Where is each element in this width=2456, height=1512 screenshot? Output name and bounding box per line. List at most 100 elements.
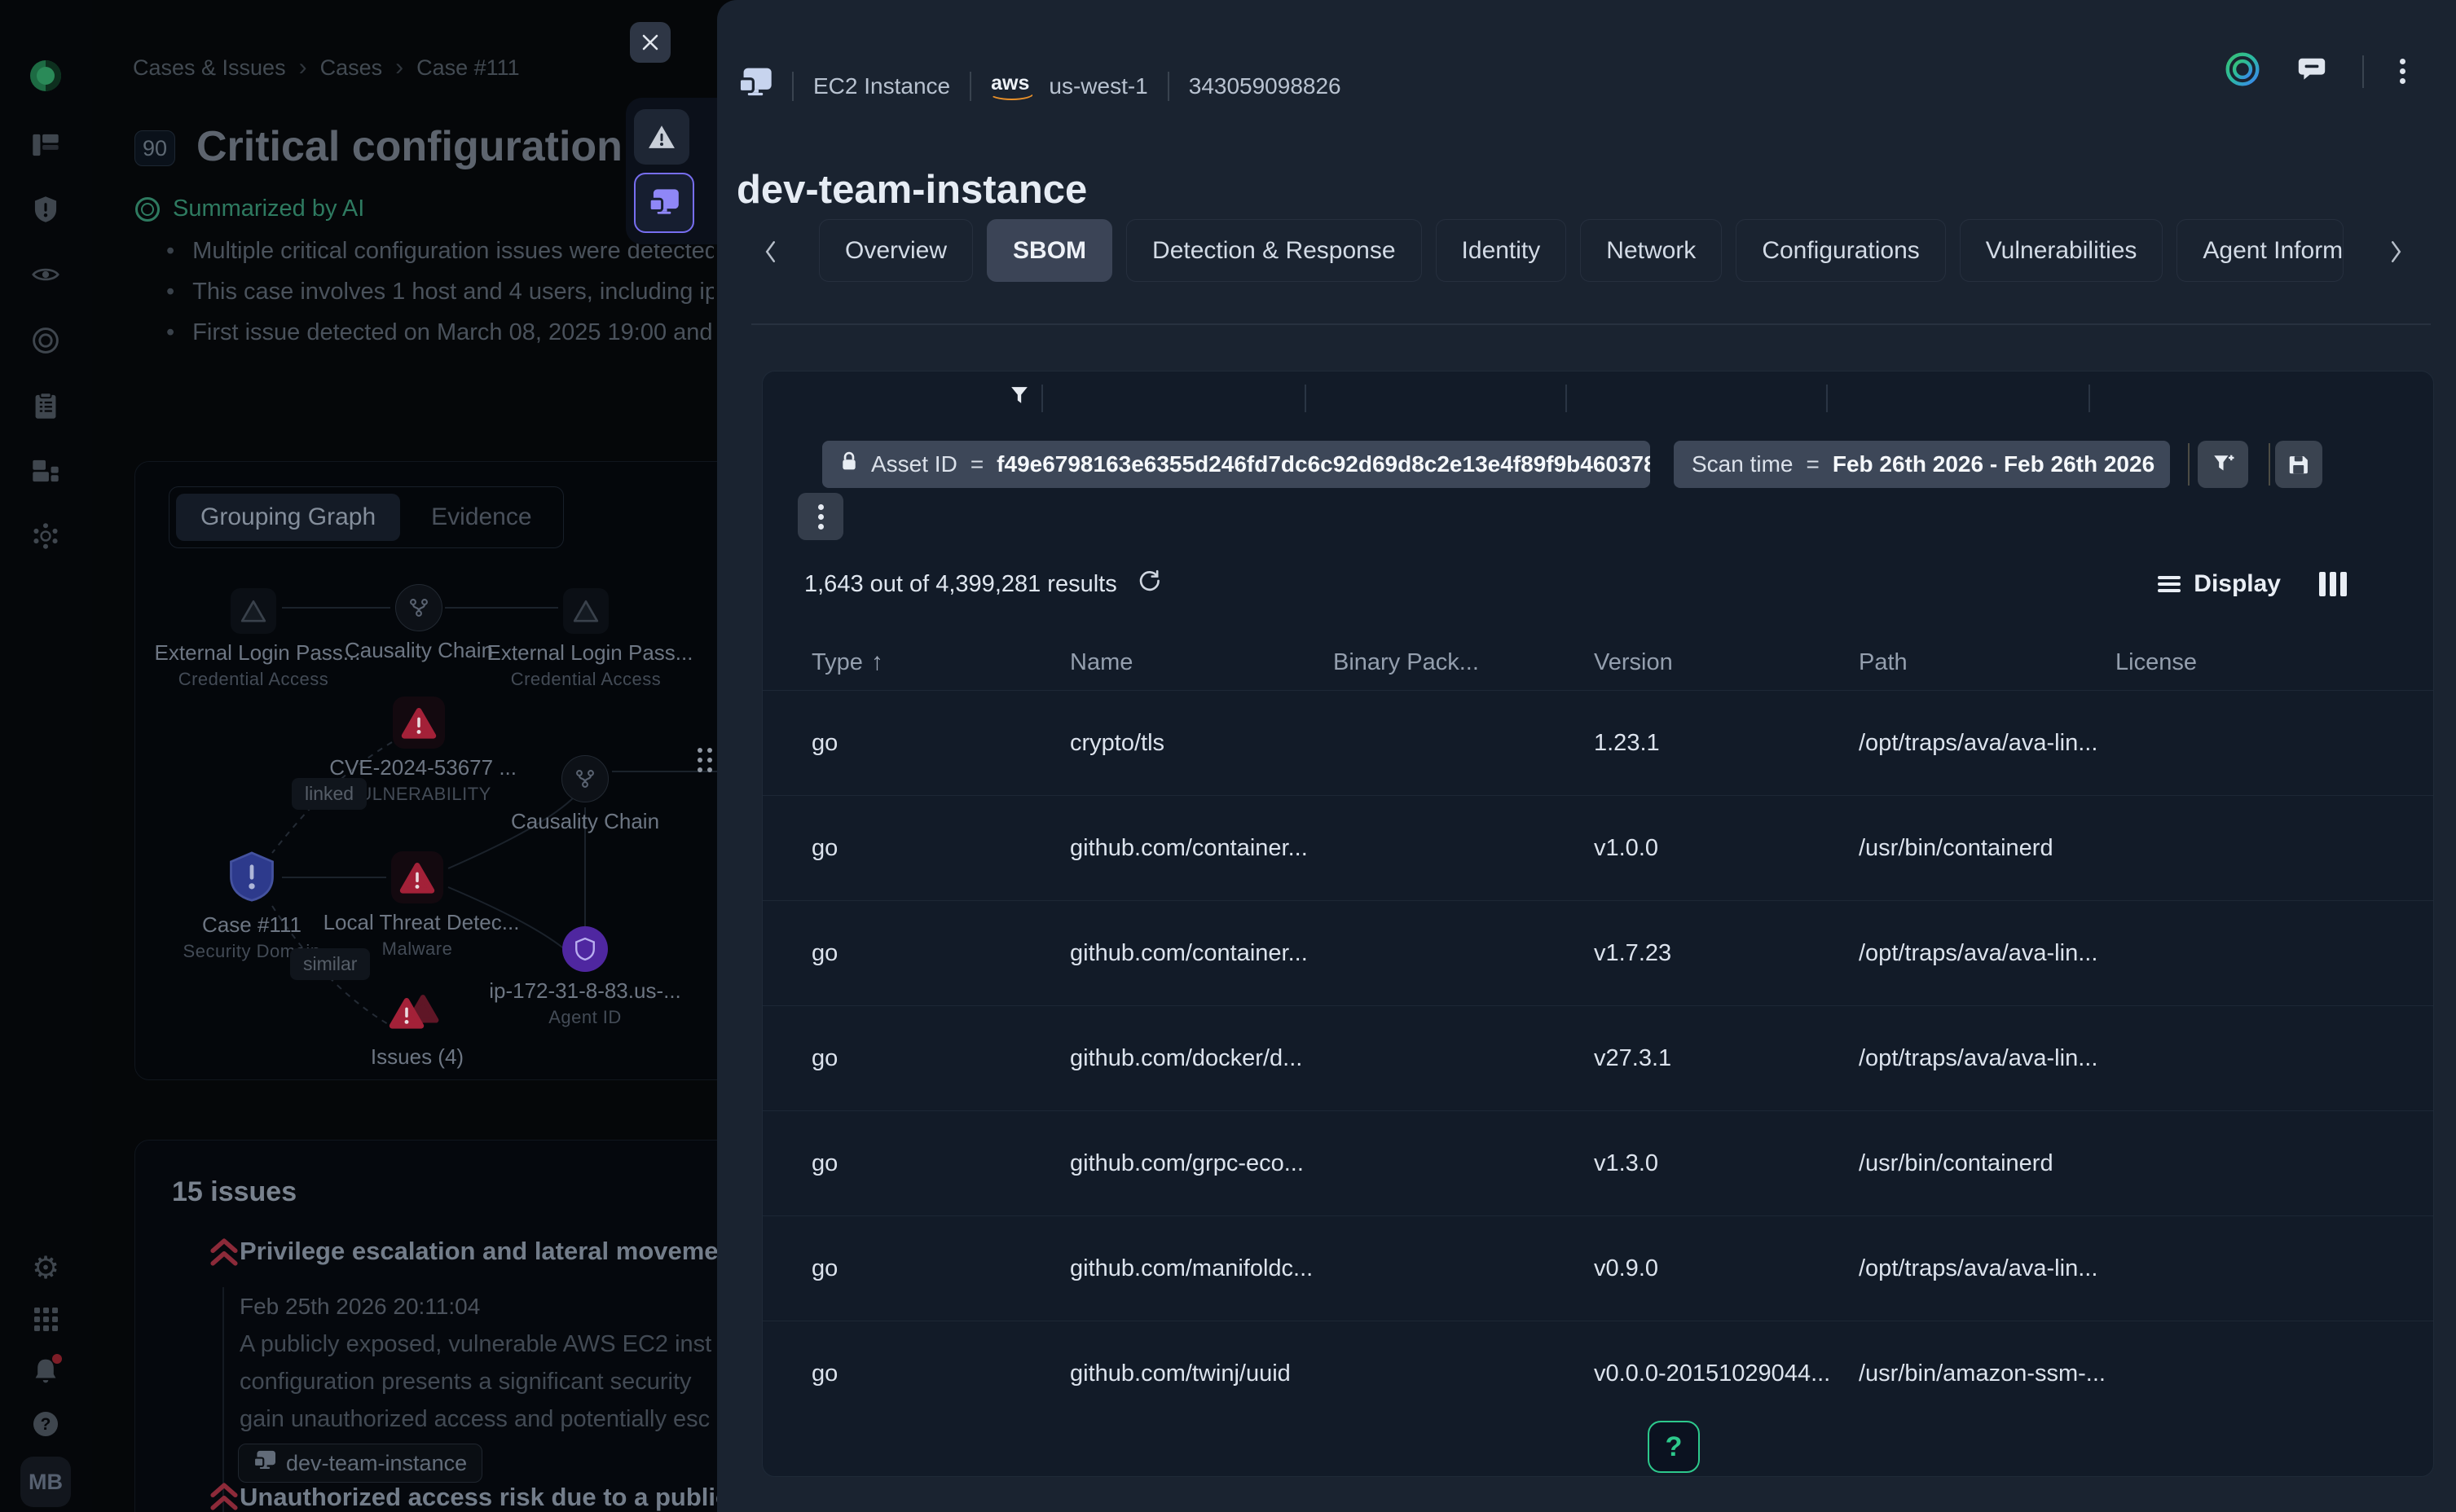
inventory-icon[interactable]: [32, 457, 59, 485]
asset-title: dev-team-instance: [737, 167, 1087, 213]
graph-node[interactable]: External Login Pass... Credential Access: [488, 588, 684, 690]
tab-sbom[interactable]: SBOM: [987, 219, 1112, 282]
warning-triangle-icon: [648, 124, 676, 150]
graph-node[interactable]: ip-172-31-8-83.us-... Agent ID: [487, 926, 683, 1028]
table-row[interactable]: gogithub.com/twinj/uuidv0.0.0-2015102904…: [763, 1321, 2433, 1426]
user-avatar[interactable]: MB: [20, 1457, 71, 1507]
divider: [2088, 385, 2090, 412]
column-type[interactable]: Type↑: [812, 648, 1070, 676]
node-label: Causality Chain: [511, 809, 659, 834]
add-filter-button[interactable]: [2198, 441, 2248, 488]
tab-overview[interactable]: Overview: [819, 219, 973, 282]
type-filter-funnel-icon[interactable]: [1010, 385, 1029, 409]
filter-field: Asset ID: [871, 451, 957, 477]
notification-dot: [52, 1354, 62, 1364]
graph-node[interactable]: Local Threat Detec... Malware: [319, 851, 515, 960]
node-label: Causality Chain: [345, 638, 493, 663]
kebab-menu-icon[interactable]: [2400, 55, 2405, 88]
breadcrumb-cases-issues[interactable]: Cases & Issues: [133, 55, 286, 81]
sbom-card: Asset ID = f49e6798163e6355d246fd7dc6c92…: [762, 371, 2434, 1477]
tab-agent-information[interactable]: Agent Informa: [2177, 219, 2344, 282]
tab-grouping-graph[interactable]: Grouping Graph: [176, 494, 400, 541]
node-sublabel: Credential Access: [488, 669, 684, 690]
causality-chain-icon: [395, 584, 442, 631]
settings-gear-icon[interactable]: ⚙: [32, 1255, 59, 1282]
notifications-bell-icon[interactable]: [32, 1357, 59, 1385]
asset-id-filter-chip[interactable]: Asset ID = f49e6798163e6355d246fd7dc6c92…: [822, 441, 1650, 488]
tabs-scroll-right-button[interactable]: [2379, 234, 2412, 270]
ai-ring-icon[interactable]: [2224, 51, 2261, 92]
filter-operator: =: [1807, 451, 1820, 477]
columns-icon[interactable]: [2319, 572, 2347, 596]
filter-value: Feb 26th 2026 - Feb 26th 2026: [1833, 451, 2155, 477]
issue-title[interactable]: Unauthorized access risk due to a public…: [240, 1483, 728, 1512]
tab-detection-response[interactable]: Detection & Response: [1126, 219, 1422, 282]
monitor-asset-icon: [649, 188, 680, 218]
column-license[interactable]: License: [2115, 649, 2433, 676]
drawer-resize-handle[interactable]: [698, 748, 712, 772]
table-row[interactable]: gogithub.com/container...v1.7.23/opt/tra…: [763, 900, 2433, 1005]
column-path[interactable]: Path: [1859, 649, 2115, 676]
critical-chevrons-icon: [207, 1481, 241, 1512]
graph-node[interactable]: Issues (4): [319, 993, 515, 1070]
drawer-tabs: Overview SBOM Detection & Response Ident…: [717, 219, 2456, 282]
column-name[interactable]: Name: [1070, 649, 1333, 676]
node-sublabel: Credential Access: [156, 669, 351, 690]
critical-triangle-icon: [391, 851, 443, 903]
column-version[interactable]: Version: [1594, 649, 1859, 676]
warning-triangle-icon: [563, 588, 609, 634]
filter-operator: =: [971, 451, 984, 477]
tab-network[interactable]: Network: [1580, 219, 1722, 282]
sidebar: ⚙ ? MB: [0, 0, 92, 1512]
close-drawer-button[interactable]: [630, 22, 671, 63]
table-row[interactable]: gocrypto/tls1.23.1/opt/traps/ava/ava-lin…: [763, 690, 2433, 795]
eye-icon[interactable]: [32, 261, 59, 288]
dashboard-icon[interactable]: [32, 131, 59, 159]
chevron-right-icon: ›: [395, 54, 403, 81]
issue-description: A publicly exposed, vulnerable AWS EC2 i…: [240, 1331, 745, 1358]
chevron-right-icon: ›: [299, 54, 307, 81]
orca-logo[interactable]: [30, 60, 61, 91]
issue-title[interactable]: Privilege escalation and lateral movemen…: [240, 1237, 728, 1266]
tab-configurations[interactable]: Configurations: [1736, 219, 1945, 282]
table-row[interactable]: gogithub.com/manifoldc...v0.9.0/opt/trap…: [763, 1215, 2433, 1321]
molecule-icon[interactable]: [32, 522, 59, 550]
table-header: Type↑ Name Binary Pack... Version Path L…: [763, 635, 2433, 690]
breadcrumb-cases[interactable]: Cases: [320, 55, 383, 81]
drawer-side-toolbar: [626, 98, 717, 244]
display-button[interactable]: Display: [2158, 570, 2281, 598]
agent-shield-icon: [562, 926, 608, 972]
case-shield-icon: [227, 851, 277, 902]
save-view-button[interactable]: [2275, 441, 2322, 488]
critical-triangle-icon: [393, 697, 445, 749]
table-row[interactable]: gogithub.com/container...v1.0.0/usr/bin/…: [763, 795, 2433, 900]
tab-evidence[interactable]: Evidence: [407, 494, 556, 541]
asset-tag-chip[interactable]: dev-team-instance: [238, 1444, 482, 1483]
help-circle-icon[interactable]: ?: [32, 1410, 59, 1438]
svg-text:?: ?: [41, 1415, 51, 1434]
apps-grid-icon[interactable]: [32, 1305, 59, 1333]
breadcrumb-case-111[interactable]: Case #111: [416, 55, 520, 81]
tabs-divider: [751, 323, 2431, 325]
asset-tool-button-selected[interactable]: [634, 173, 694, 233]
monitor-icon: [253, 1450, 276, 1477]
issue-timestamp: Feb 25th 2026 20:11:04: [240, 1294, 480, 1320]
shield-alert-icon[interactable]: [32, 196, 59, 223]
column-binary-package[interactable]: Binary Pack...: [1333, 649, 1594, 676]
report-icon[interactable]: [32, 392, 59, 420]
target-icon[interactable]: [32, 327, 59, 354]
node-label: Case #111: [202, 912, 301, 938]
issue-description: configuration presents a significant sec…: [240, 1369, 745, 1396]
scan-time-filter-chip[interactable]: Scan time = Feb 26th 2026 - Feb 26th 202…: [1674, 441, 2170, 488]
comment-icon[interactable]: [2297, 55, 2326, 87]
alerts-tool-button[interactable]: [634, 109, 689, 165]
table-row[interactable]: gogithub.com/docker/d...v27.3.1/opt/trap…: [763, 1005, 2433, 1110]
help-button[interactable]: ?: [1648, 1421, 1700, 1473]
table-row[interactable]: gogithub.com/grpc-eco...v1.3.0/usr/bin/c…: [763, 1110, 2433, 1215]
tab-identity[interactable]: Identity: [1436, 219, 1567, 282]
tab-vulnerabilities[interactable]: Vulnerabilities: [1960, 219, 2163, 282]
refresh-icon[interactable]: [1137, 569, 1161, 600]
filter-more-button[interactable]: [798, 493, 843, 540]
tabs-scroll-left-button[interactable]: [754, 234, 786, 270]
graph-node[interactable]: Causality Chain: [487, 755, 683, 834]
